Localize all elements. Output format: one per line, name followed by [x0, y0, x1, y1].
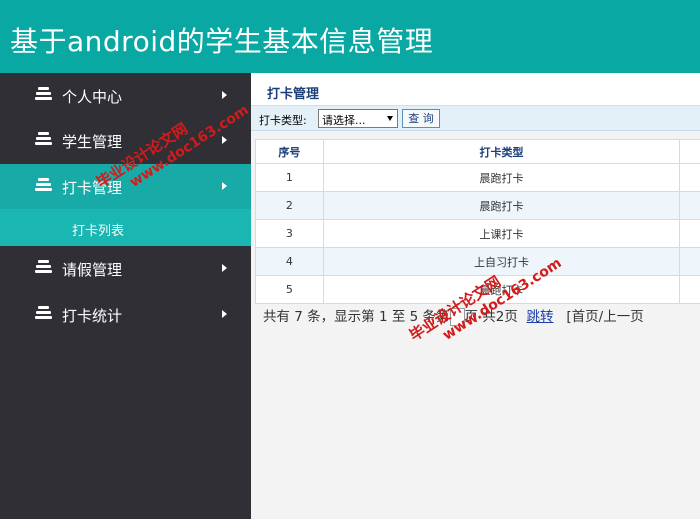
cell-type: 晨跑打卡: [322, 275, 681, 304]
jump-link[interactable]: 跳转: [527, 309, 554, 325]
sidebar-subitem-checkin-list[interactable]: 打卡列表: [0, 209, 251, 246]
menu-stack-icon: [35, 260, 52, 274]
page-title: 打卡管理: [267, 87, 320, 102]
table-row[interactable]: 5 晨跑打卡: [255, 275, 700, 304]
cell-index: 5: [255, 275, 324, 304]
table-row[interactable]: 4 上自习打卡: [255, 247, 700, 276]
page-title-bar: 打卡管理: [251, 73, 700, 106]
cell-type: 上自习打卡: [322, 247, 681, 276]
dropdown-arrow-icon: [387, 116, 393, 121]
select-value: 请选择...: [322, 114, 366, 127]
column-header: 打卡类型: [322, 139, 681, 164]
sidebar-subitem-label: 打卡列表: [72, 224, 125, 239]
column-header: [679, 139, 700, 164]
main-content: 打卡管理 打卡类型: 请选择... 查 询 序号 打卡类型 1 晨跑打卡 2 晨…: [251, 73, 700, 519]
app-header: 基于android的学生基本信息管理: [0, 0, 700, 73]
sidebar-item-label: 打卡统计: [62, 307, 123, 325]
cell-type: 上课打卡: [322, 219, 681, 248]
table-header-row: 序号 打卡类型: [255, 139, 700, 164]
cell-index: 1: [255, 163, 324, 192]
cell-index: 4: [255, 247, 324, 276]
table-row[interactable]: 1 晨跑打卡: [255, 163, 700, 192]
pagination: 共有 7 条，显示第 1 至 5 条第页 共2页 跳转 [首页/上一页: [263, 305, 644, 326]
cell-type: 晨跑打卡: [322, 191, 681, 220]
app-title: 基于android的学生基本信息管理: [10, 25, 434, 58]
menu-stack-icon: [35, 306, 52, 320]
sidebar-item-label: 个人中心: [62, 88, 123, 106]
chevron-right-icon: [222, 136, 227, 144]
chevron-right-icon: [222, 264, 227, 272]
sidebar: 个人中心 学生管理 打卡管理 打卡列表 请假管理 打卡统计: [0, 73, 251, 519]
page-number-input[interactable]: [449, 308, 465, 326]
search-button[interactable]: 查 询: [402, 109, 440, 128]
sidebar-item-leave-management[interactable]: 请假管理: [0, 246, 251, 291]
cell-extra: [679, 275, 700, 304]
pager-summary: 共有 7 条，显示第 1 至 5 条第: [263, 309, 450, 325]
cell-index: 2: [255, 191, 324, 220]
sidebar-item-checkin-management[interactable]: 打卡管理: [0, 164, 251, 209]
cell-extra: [679, 191, 700, 220]
sidebar-item-label: 请假管理: [62, 261, 123, 279]
filter-label: 打卡类型:: [259, 114, 307, 127]
sidebar-item-student-management[interactable]: 学生管理: [0, 118, 251, 163]
column-header: 序号: [255, 139, 324, 164]
cell-extra: [679, 219, 700, 248]
menu-stack-icon: [35, 132, 52, 146]
sidebar-item-personal-center[interactable]: 个人中心: [0, 73, 251, 118]
pager-page-info: 页 共2页: [464, 309, 518, 325]
cell-index: 3: [255, 219, 324, 248]
sidebar-item-label: 打卡管理: [62, 179, 123, 197]
pager-nav-links[interactable]: [首页/上一页: [566, 309, 643, 325]
checkin-type-select[interactable]: 请选择...: [318, 109, 398, 128]
chevron-right-icon: [222, 310, 227, 318]
cell-extra: [679, 247, 700, 276]
cell-extra: [679, 163, 700, 192]
checkin-table: 序号 打卡类型 1 晨跑打卡 2 晨跑打卡 3 上课打卡 4 上自习打卡 5 晨…: [255, 139, 700, 304]
chevron-down-icon: [222, 182, 227, 190]
table-row[interactable]: 2 晨跑打卡: [255, 191, 700, 220]
menu-stack-icon: [35, 178, 52, 192]
menu-stack-icon: [35, 87, 52, 101]
sidebar-item-checkin-stats[interactable]: 打卡统计: [0, 292, 251, 337]
sidebar-item-label: 学生管理: [62, 133, 123, 151]
table-row[interactable]: 3 上课打卡: [255, 219, 700, 248]
cell-type: 晨跑打卡: [322, 163, 681, 192]
filter-bar: 打卡类型: 请选择... 查 询: [251, 106, 700, 131]
chevron-right-icon: [222, 91, 227, 99]
